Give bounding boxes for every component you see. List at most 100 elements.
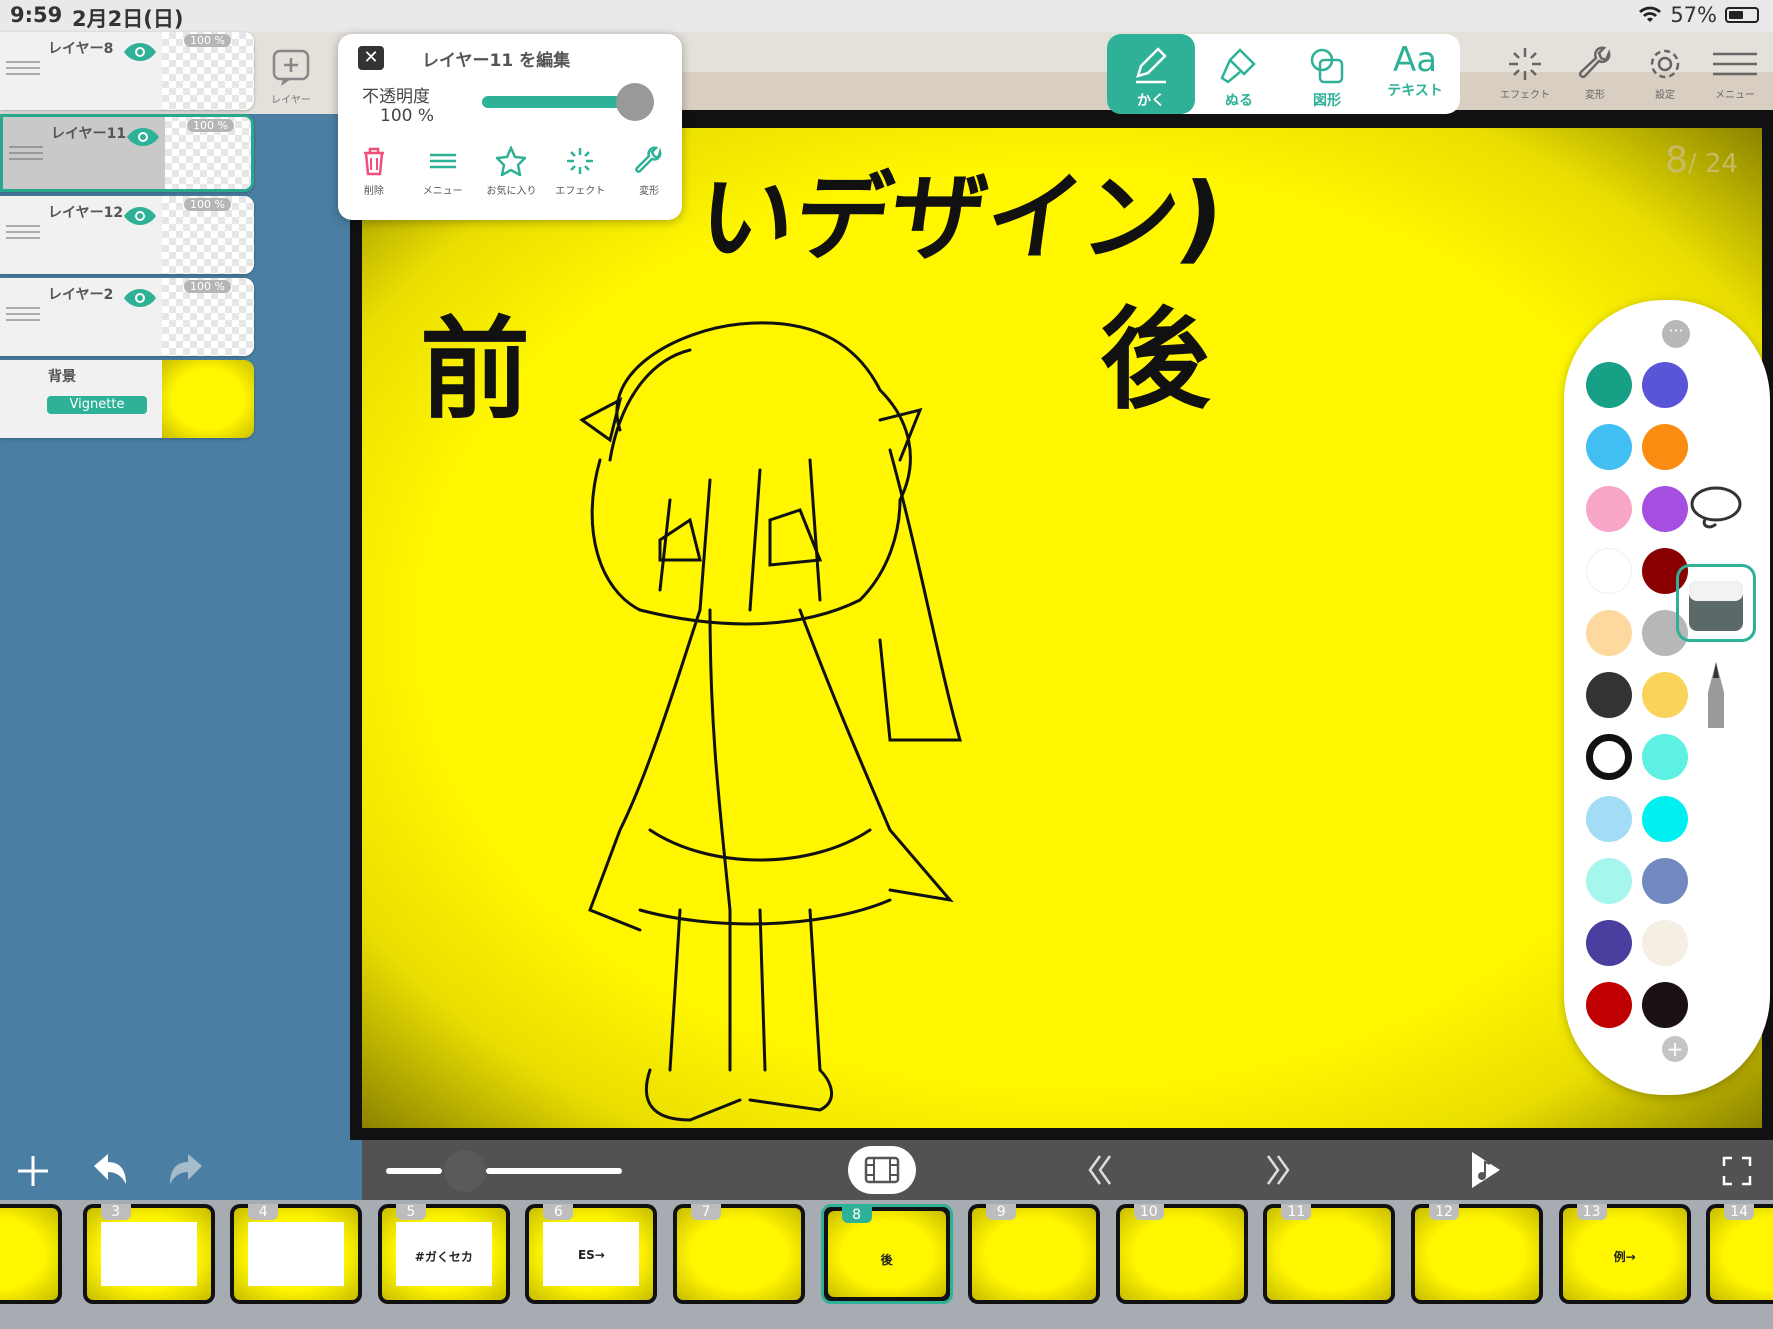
layer-item-selected[interactable]: レイヤー11 100 %	[0, 114, 254, 192]
pen-icon	[1708, 662, 1724, 728]
color-swatch[interactable]	[1642, 362, 1688, 408]
layer-item-background[interactable]: 背景 Vignette	[0, 360, 254, 438]
eye-icon[interactable]	[122, 286, 158, 310]
undo-icon[interactable]	[90, 1152, 130, 1188]
color-swatch[interactable]	[1642, 982, 1688, 1028]
color-swatch[interactable]	[1586, 486, 1632, 532]
color-swatch[interactable]	[1642, 858, 1688, 904]
frame-thumbnail[interactable]: 6 ES→	[525, 1204, 658, 1304]
frame-strip: 3 4 5 #ガくセカ 6 ES→ 7 8 後 9 10 11 12 13 例→ 14	[0, 1200, 1773, 1329]
star-icon	[496, 146, 527, 176]
close-button[interactable]: ✕	[358, 46, 384, 70]
layer-item[interactable]: レイヤー12 100 %	[0, 196, 254, 274]
wrench-icon	[635, 146, 662, 173]
color-swatch[interactable]	[1642, 920, 1688, 966]
play-music-icon[interactable]	[1468, 1150, 1502, 1190]
pen-brush[interactable]	[1676, 658, 1756, 736]
frame-thumbnail[interactable]: 9	[968, 1204, 1101, 1304]
frame-thumbnail[interactable]	[0, 1204, 62, 1304]
drag-handle-icon[interactable]	[6, 306, 40, 322]
color-swatch[interactable]	[1586, 362, 1632, 408]
color-swatch[interactable]	[1586, 610, 1632, 656]
drag-handle-icon[interactable]	[9, 145, 43, 161]
color-swatch[interactable]	[1586, 982, 1632, 1028]
frame-thumbnail[interactable]: 11	[1263, 1204, 1396, 1304]
drag-handle-icon[interactable]	[6, 224, 40, 240]
opacity-slider-knob[interactable]	[616, 83, 654, 121]
color-swatch[interactable]	[1586, 858, 1632, 904]
layer-name: レイヤー8	[48, 41, 114, 57]
eye-icon[interactable]	[122, 204, 158, 228]
color-swatch[interactable]	[1586, 424, 1632, 470]
next-frame-icon[interactable]	[1262, 1154, 1292, 1186]
color-swatch[interactable]	[1586, 920, 1632, 966]
frame-thumbnail-current[interactable]: 8後	[820, 1204, 953, 1304]
sparkle-icon	[1509, 48, 1541, 80]
eye-icon[interactable]	[125, 125, 161, 149]
frame-thumbnail[interactable]: 7	[673, 1204, 805, 1304]
color-swatch[interactable]	[1642, 796, 1688, 842]
transform-button[interactable]: 変形	[616, 146, 682, 197]
prev-frame-icon[interactable]	[1086, 1154, 1116, 1186]
drag-handle-icon[interactable]	[6, 60, 40, 76]
page-current: 8	[1665, 140, 1688, 181]
tool-text[interactable]: Aa テキスト	[1371, 34, 1459, 114]
tool-fill[interactable]: ぬる	[1195, 34, 1283, 114]
lasso-brush[interactable]	[1676, 470, 1756, 548]
frame-thumbnail[interactable]: 13 例→	[1558, 1204, 1691, 1304]
opacity-slider[interactable]	[482, 83, 654, 121]
vignette-tag[interactable]: Vignette	[47, 396, 147, 414]
film-icon	[864, 1156, 900, 1184]
frame-thumbnail[interactable]: 4	[230, 1204, 363, 1304]
frame-number: 3	[100, 1204, 131, 1220]
color-swatch[interactable]	[1586, 548, 1632, 594]
frame-thumbnail[interactable]: 14	[1706, 1204, 1773, 1304]
settings-button[interactable]: 設定	[1630, 46, 1700, 101]
frame-thumbnail[interactable]: 12	[1411, 1204, 1543, 1304]
frame-thumbnail[interactable]: 3	[82, 1204, 215, 1304]
color-swatch[interactable]	[1586, 796, 1632, 842]
effect-tool-button[interactable]: エフェクト	[1490, 46, 1560, 101]
add-frame-icon[interactable]	[16, 1154, 50, 1188]
frame-number: 5	[395, 1204, 426, 1220]
transform-tool-button[interactable]: 変形	[1560, 46, 1630, 101]
color-swatch[interactable]	[1586, 672, 1632, 718]
favorite-button[interactable]: お気に入り	[479, 146, 545, 197]
canvas-label-after: 後	[1100, 296, 1210, 424]
layer-opacity: 100 %	[184, 280, 231, 293]
delete-button[interactable]: 削除	[341, 146, 407, 197]
filmstrip-button[interactable]	[848, 1146, 916, 1194]
tool-draw[interactable]: かく	[1107, 34, 1195, 114]
menu-button[interactable]: メニュー	[410, 146, 476, 197]
layer-item[interactable]: レイヤー2 100 %	[0, 278, 254, 356]
frame-number: 4	[248, 1204, 279, 1220]
redo-icon[interactable]	[166, 1152, 206, 1188]
color-swatch[interactable]	[1642, 424, 1688, 470]
playback-bar	[0, 1140, 1773, 1200]
frame-text: 後	[880, 1253, 893, 1267]
frame-thumbnail[interactable]: 10	[1115, 1204, 1248, 1304]
add-layer-button[interactable]: レイヤー	[266, 48, 316, 106]
scrubber-knob[interactable]	[444, 1150, 486, 1192]
palette-more-button[interactable]: ···	[1662, 320, 1690, 348]
frame-text: #ガくセカ	[414, 1250, 473, 1264]
layer-item[interactable]: レイヤー8 100 %	[0, 32, 254, 110]
frame-thumbnail[interactable]: 5 #ガくセカ	[377, 1204, 510, 1304]
tool-shape[interactable]: 図形	[1283, 34, 1371, 114]
effect-button[interactable]: エフェクト	[547, 146, 613, 197]
main-menu-button[interactable]: メニュー	[1700, 46, 1770, 101]
fullscreen-icon[interactable]	[1722, 1156, 1752, 1186]
wifi-icon	[1639, 6, 1662, 22]
color-swatch[interactable]	[1586, 734, 1632, 780]
battery-icon	[1725, 7, 1759, 23]
eye-icon[interactable]	[122, 40, 158, 64]
frame-text: 例→	[1613, 1250, 1636, 1264]
add-color-button[interactable]: +	[1662, 1036, 1688, 1062]
eraser-brush[interactable]	[1676, 564, 1756, 642]
layer-name: レイヤー11	[51, 126, 127, 142]
tool-selector: かく ぬる 図形 Aa テキスト	[1107, 34, 1460, 114]
color-swatch[interactable]	[1642, 734, 1688, 780]
menu-icon	[429, 153, 456, 169]
timeline-scrubber[interactable]	[386, 1150, 622, 1192]
layer-name: レイヤー12	[48, 205, 124, 221]
